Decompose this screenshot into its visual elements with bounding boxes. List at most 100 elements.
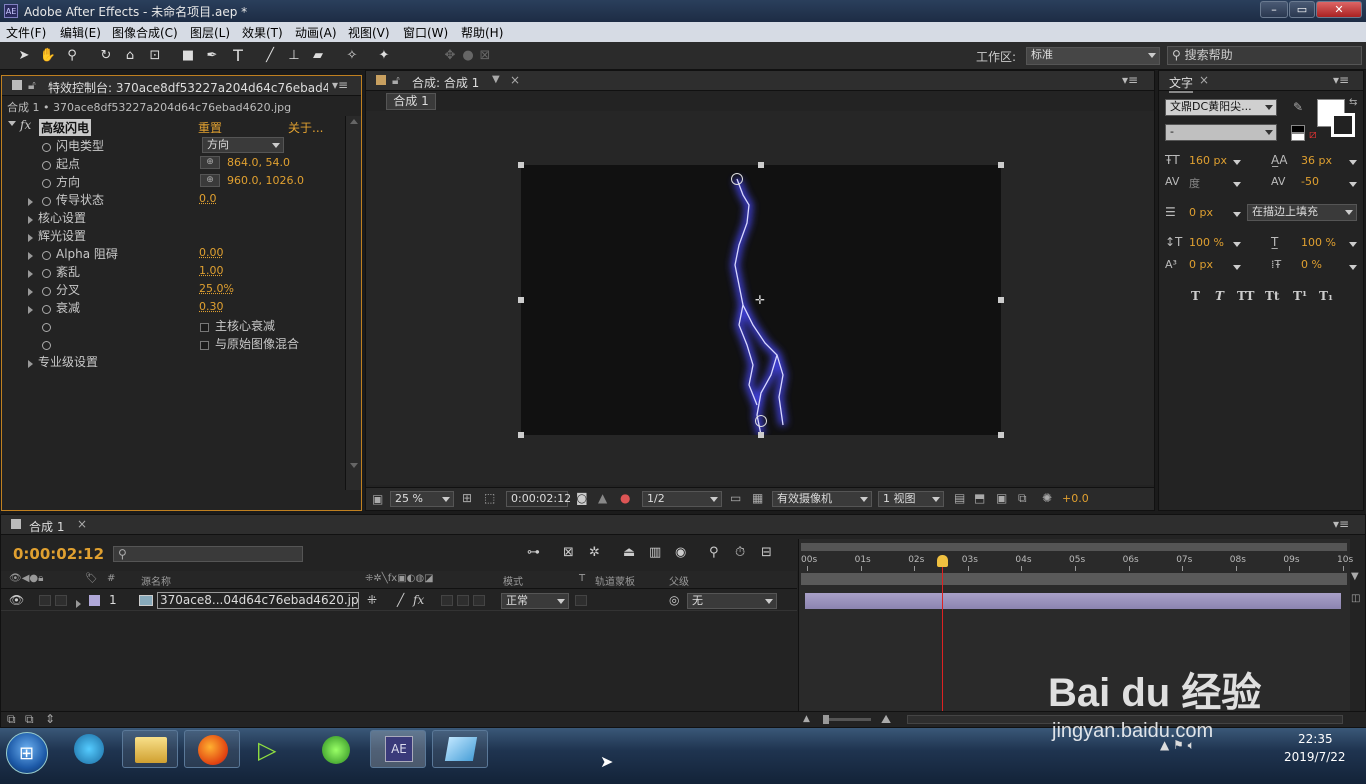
- vertical-scale-value[interactable]: 100 %: [1189, 236, 1224, 249]
- chevron-down-icon[interactable]: [1233, 155, 1241, 169]
- horizontal-scale-value[interactable]: 100 %: [1301, 236, 1336, 249]
- comp-button-icon[interactable]: ◫: [1351, 593, 1360, 604]
- flowchart-icon[interactable]: ⧉: [1018, 491, 1027, 506]
- text-tool-icon[interactable]: T: [228, 46, 248, 66]
- workspace-select[interactable]: 标准: [1026, 47, 1160, 65]
- zoom-slider-thumb[interactable]: [823, 715, 829, 724]
- eyedropper-icon[interactable]: ✎: [1293, 100, 1303, 114]
- expand-triangle-icon[interactable]: [28, 212, 33, 226]
- playhead-handle[interactable]: [937, 555, 949, 567]
- t-header[interactable]: T: [579, 573, 585, 584]
- motion-blur-icon[interactable]: ▥: [649, 545, 661, 560]
- hand-tool-icon[interactable]: ✋: [38, 46, 58, 66]
- menu-composition[interactable]: 图像合成(C): [112, 24, 178, 41]
- stroke-color-swatch[interactable]: [1331, 113, 1355, 137]
- chevron-down-icon[interactable]: [1233, 177, 1241, 191]
- subscript-button[interactable]: T₁: [1319, 289, 1333, 303]
- show-snapshot-icon[interactable]: ▲: [598, 491, 607, 505]
- start-point-handle-icon[interactable]: [731, 173, 743, 185]
- fast-preview-icon[interactable]: ⬒: [974, 491, 985, 505]
- layer-expand-triangle-icon[interactable]: [76, 596, 81, 610]
- file-explorer-taskbar-button[interactable]: [122, 730, 178, 768]
- close-tab-icon[interactable]: ×: [510, 73, 520, 87]
- effect-panel-scrollbar[interactable]: [345, 116, 361, 490]
- font-size-value[interactable]: 160 px: [1189, 154, 1227, 167]
- pen-tool-icon[interactable]: ✒: [202, 46, 222, 66]
- stroke-mode-select[interactable]: 在描边上填充: [1247, 204, 1357, 221]
- camera-select[interactable]: 有效摄像机: [772, 491, 872, 507]
- effect-property-row[interactable]: 主核心衰减: [2, 316, 344, 334]
- timeline-search-input[interactable]: ⚲: [113, 546, 303, 562]
- frame-blend-switch[interactable]: [441, 595, 453, 606]
- chevron-down-icon[interactable]: [1349, 177, 1357, 191]
- zoom-out-icon[interactable]: ▲: [803, 714, 810, 724]
- property-value[interactable]: 0.30: [199, 300, 224, 313]
- preserve-transparency-toggle[interactable]: [575, 595, 587, 606]
- brush-tool-icon[interactable]: ╱: [260, 46, 280, 66]
- timeline-current-time[interactable]: 0:00:02:12: [13, 545, 104, 563]
- direction-point-handle-icon[interactable]: [755, 415, 767, 427]
- channel-icon[interactable]: ●: [620, 491, 630, 505]
- tray-icons[interactable]: ▲ ⚑ 🔈︎: [1160, 738, 1195, 753]
- effect-property-row[interactable]: 传导状态 0.0: [2, 190, 344, 208]
- in-out-toggle-icon[interactable]: ⇕: [45, 712, 55, 726]
- stopwatch-icon[interactable]: [42, 284, 51, 298]
- effect-controls-tab[interactable]: 特效控制台: 370ace8df53227a204d64c76ebad4620.…: [48, 79, 328, 96]
- stopwatch-icon[interactable]: [42, 266, 51, 280]
- transparency-grid-icon[interactable]: ▦: [752, 491, 763, 505]
- stopwatch-icon[interactable]: [42, 158, 51, 172]
- menu-window[interactable]: 窗口(W): [403, 24, 448, 41]
- property-value[interactable]: 1.00: [199, 264, 224, 277]
- blend-mode-select[interactable]: 正常: [501, 593, 569, 609]
- bbox-handle[interactable]: [998, 432, 1004, 438]
- comp-tab-dropdown-icon[interactable]: ▼: [492, 74, 500, 85]
- work-area-range[interactable]: [801, 573, 1347, 585]
- anchor-point-icon[interactable]: ✛: [755, 293, 765, 307]
- solo-toggle[interactable]: [39, 595, 51, 606]
- zoom-slider[interactable]: [823, 715, 871, 724]
- lock-icon[interactable]: 🔓︎: [392, 73, 400, 88]
- menu-animation[interactable]: 动画(A): [295, 24, 337, 41]
- effect-property-row[interactable]: 专业级设置: [2, 352, 344, 370]
- render-icon[interactable]: ⊟: [761, 545, 772, 560]
- minimize-button[interactable]: –: [1260, 1, 1288, 18]
- expand-triangle-icon[interactable]: [28, 248, 33, 262]
- faux-bold-button[interactable]: T: [1191, 289, 1200, 303]
- menu-edit[interactable]: 编辑(E): [60, 24, 101, 41]
- parent-select[interactable]: 无: [687, 593, 777, 609]
- quality-switch-icon[interactable]: ╱: [397, 593, 404, 607]
- 3d-layer-switch[interactable]: [473, 595, 485, 606]
- tsume-value[interactable]: 0 %: [1301, 258, 1322, 271]
- all-caps-button[interactable]: TT: [1237, 289, 1254, 303]
- clone-tool-icon[interactable]: ⊥: [284, 46, 304, 66]
- point-value[interactable]: 864.0, 54.0: [227, 156, 290, 169]
- expand-triangle-icon[interactable]: [28, 356, 33, 370]
- effect-property-row[interactable]: 核心设置: [2, 208, 344, 226]
- effect-property-row[interactable]: 方向 ⊕ 960.0, 1026.0: [2, 172, 344, 190]
- toggle-pixel-aspect-icon[interactable]: ▤: [954, 491, 965, 505]
- stopwatch-icon[interactable]: [42, 248, 51, 262]
- firefox-taskbar-button[interactable]: [184, 730, 240, 768]
- menu-layer[interactable]: 图层(L): [190, 24, 230, 41]
- timeline-horizontal-scrollbar[interactable]: [907, 715, 1343, 724]
- lock-toggle[interactable]: [55, 595, 67, 606]
- grid-icon[interactable]: ⊞: [462, 491, 472, 505]
- crosshair-icon[interactable]: ⊕: [200, 174, 220, 187]
- menu-view[interactable]: 视图(V): [348, 24, 390, 41]
- effect-property-row[interactable]: 衰减 0.30: [2, 298, 344, 316]
- leading-value[interactable]: 36 px: [1301, 154, 1332, 167]
- bbox-handle[interactable]: [758, 432, 764, 438]
- timeline-toggle-icon[interactable]: ▣: [996, 491, 1007, 505]
- property-value[interactable]: 0.00: [199, 246, 224, 259]
- maximize-button[interactable]: ▭: [1289, 1, 1315, 18]
- chevron-down-icon[interactable]: [1233, 207, 1241, 221]
- clock-time[interactable]: 22:35: [1298, 732, 1333, 746]
- stopwatch-icon[interactable]: [42, 140, 51, 154]
- expand-triangle-icon[interactable]: [28, 266, 33, 280]
- start-button[interactable]: ⊞: [6, 732, 48, 774]
- stopwatch-icon[interactable]: [42, 338, 51, 352]
- kerning-value[interactable]: 度: [1189, 175, 1200, 191]
- font-family-select[interactable]: 文鼎DC黄阳尖...: [1165, 99, 1277, 116]
- time-ruler[interactable]: 00s 01s 02s 03s 04s 05s 06s 07s 08s 09s 10s: [799, 553, 1353, 571]
- stroke-width-value[interactable]: 0 px: [1189, 206, 1213, 219]
